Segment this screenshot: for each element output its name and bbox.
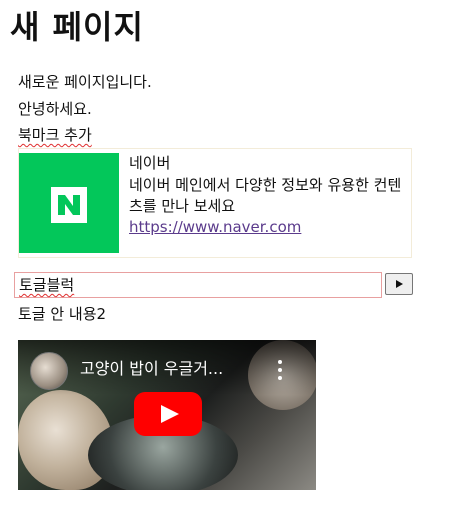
naver-logo-icon [51, 187, 87, 223]
page-title: 새 페이지 [10, 8, 144, 46]
video-title[interactable]: 고양이 밥이 우글거... [80, 358, 223, 380]
youtube-play-icon[interactable] [134, 392, 202, 436]
bookmark-description: 네이버 메인에서 다양한 정보와 유용한 컨텐츠를 만나 보세요 [129, 176, 402, 215]
play-triangle-icon [396, 280, 403, 288]
bookmark-title: 네이버 [129, 154, 171, 172]
video-embed[interactable]: 고양이 밥이 우글거... [18, 340, 316, 490]
intro-text: 새로운 페이지입니다. [18, 73, 152, 91]
channel-avatar[interactable] [30, 352, 68, 390]
naver-n-icon [58, 195, 80, 215]
toggle-button[interactable] [385, 273, 413, 295]
bookmark-thumbnail [19, 153, 119, 253]
toggle-title-field[interactable]: 토글블럭 [14, 272, 382, 298]
bookmark-link[interactable]: https://www.naver.com [129, 217, 301, 237]
greeting-text: 안녕하세요. [18, 100, 92, 118]
bookmark-card[interactable]: 네이버 네이버 메인에서 다양한 정보와 유용한 컨텐츠를 만나 보세요 htt… [18, 148, 412, 258]
toggle-content: 토글 안 내용2 [18, 305, 107, 323]
bookmark-heading: 북마크 추가 [18, 126, 92, 144]
more-vert-icon[interactable] [276, 360, 284, 382]
